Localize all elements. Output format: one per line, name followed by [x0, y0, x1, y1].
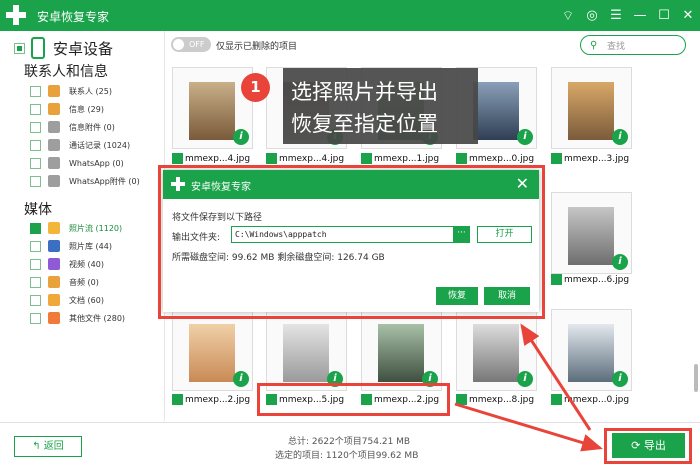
- annotation-arrows: [454, 323, 603, 452]
- arrow-to-dialog: [520, 323, 592, 431]
